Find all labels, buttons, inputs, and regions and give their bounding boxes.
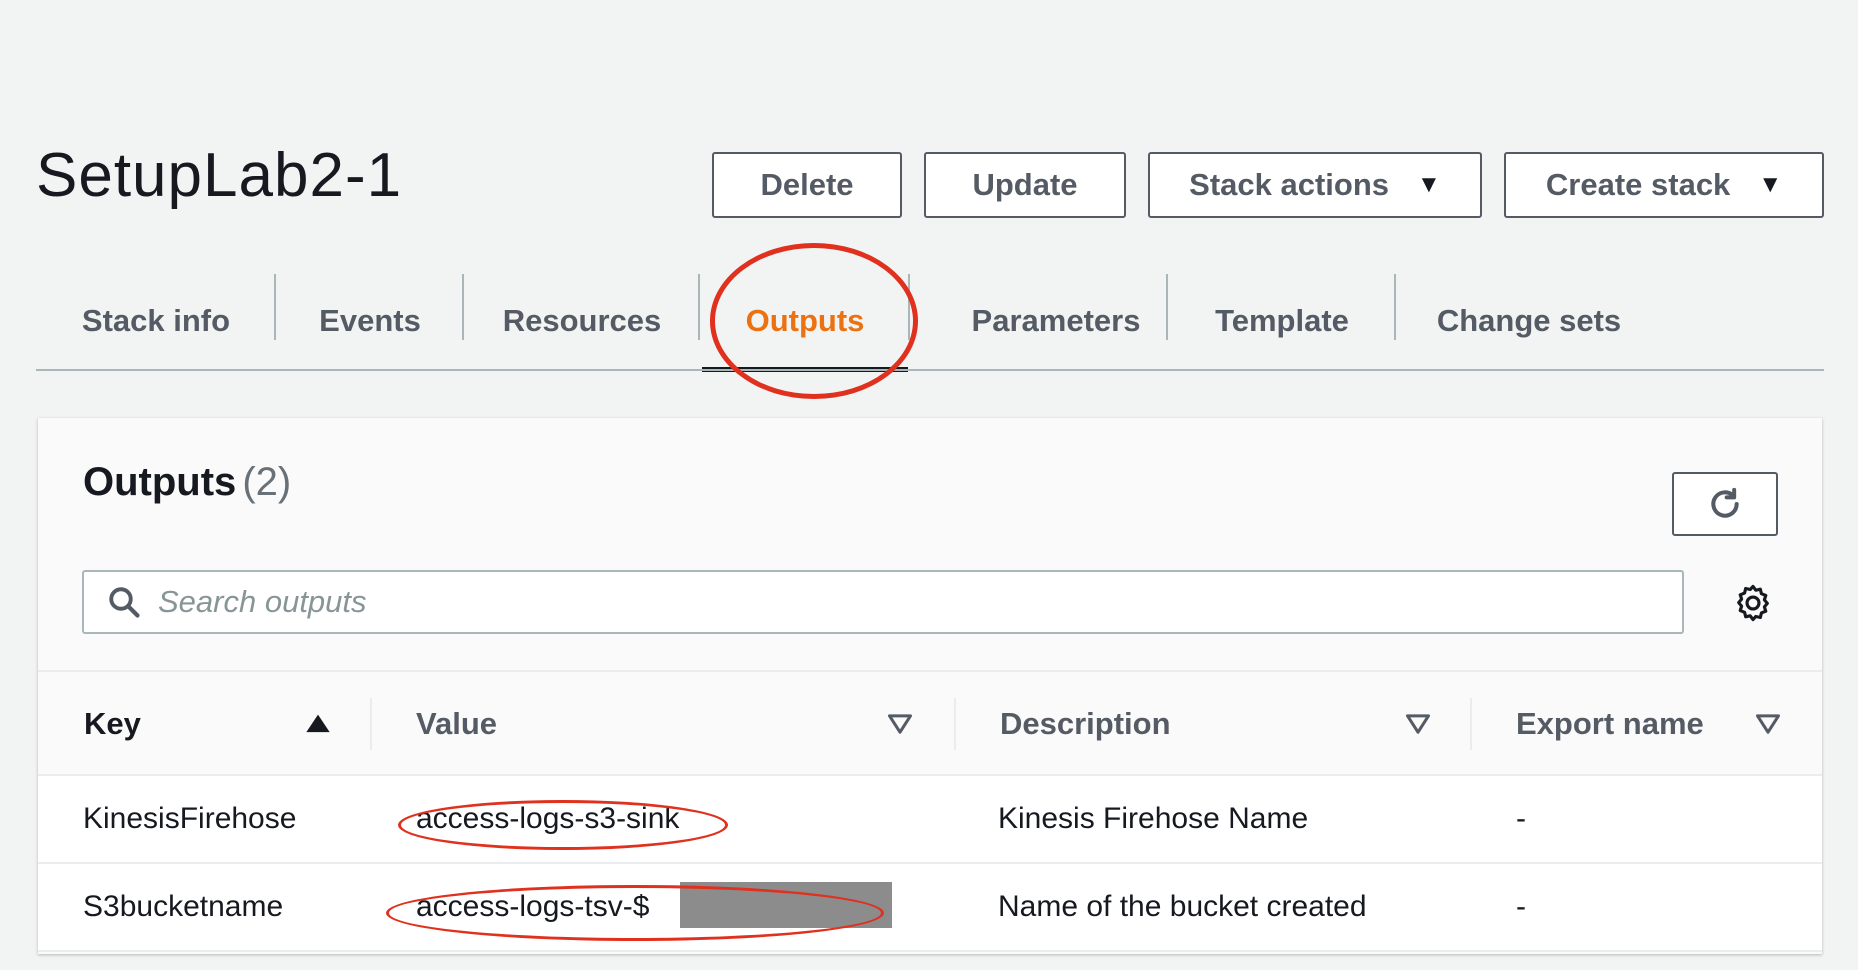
column-header-description[interactable]: Description — [1000, 672, 1171, 776]
cell-value[interactable]: access-logs-tsv-$ — [416, 864, 649, 950]
outputs-table: Key Value Description Export name Kinesi… — [38, 670, 1822, 952]
stack-actions-dropdown[interactable]: Stack actions ▼ — [1148, 152, 1482, 218]
search-icon — [109, 587, 140, 618]
delete-button[interactable]: Delete — [712, 152, 902, 218]
cell-key: KinesisFirehose — [83, 802, 297, 835]
column-header-label: Value — [416, 706, 497, 741]
column-divider — [370, 698, 372, 750]
cell-key: S3bucketname — [83, 890, 284, 923]
column-header-label: Description — [1000, 706, 1171, 741]
outputs-count: (2) — [242, 460, 292, 504]
outputs-heading-text: Outputs — [83, 460, 237, 504]
tab-label: Parameters — [971, 303, 1141, 338]
create-stack-label: Create stack — [1545, 167, 1731, 202]
tab-divider — [698, 274, 700, 340]
table-header: Key Value Description Export name — [38, 670, 1822, 776]
tab-label: Template — [1215, 303, 1349, 338]
search-input[interactable] — [158, 584, 1658, 620]
caret-down-icon: ▼ — [1758, 171, 1783, 198]
tab-label: Change sets — [1436, 303, 1622, 338]
tab-label: Stack info — [81, 303, 231, 338]
column-header-key[interactable]: Key — [84, 672, 141, 776]
table-preferences-button[interactable] — [1732, 582, 1774, 624]
stack-action-bar: Delete Update Stack actions ▼ Create sta… — [0, 152, 1858, 218]
create-stack-dropdown[interactable]: Create stack ▼ — [1504, 152, 1824, 218]
column-header-export-name[interactable]: Export name — [1516, 672, 1704, 776]
column-divider — [1470, 698, 1472, 750]
update-button-label: Update — [972, 167, 1078, 202]
column-header-label: Export name — [1516, 706, 1704, 741]
cell-value[interactable]: access-logs-s3-sink — [416, 776, 679, 862]
tab-events[interactable]: Events — [276, 272, 464, 370]
cell-description: Kinesis Firehose Name — [998, 802, 1309, 835]
table-row: KinesisFirehose access-logs-s3-sink Kine… — [38, 776, 1822, 864]
sort-descending-icon[interactable] — [886, 710, 914, 738]
sort-descending-icon[interactable] — [1754, 710, 1782, 738]
refresh-icon — [1711, 487, 1739, 518]
outputs-panel: Outputs(2) Key — [38, 418, 1822, 954]
outputs-heading: Outputs (2) — [83, 460, 291, 505]
search-field[interactable] — [82, 570, 1684, 634]
table-row: S3bucketname access-logs-tsv-$ Name of t… — [38, 864, 1822, 952]
tabs-underline — [36, 369, 1824, 371]
refresh-button[interactable] — [1672, 472, 1778, 536]
tab-change-sets[interactable]: Change sets — [1396, 272, 1662, 370]
tab-stack-info[interactable]: Stack info — [36, 272, 276, 370]
cell-export-name: - — [1516, 802, 1526, 835]
tab-template[interactable]: Template — [1168, 272, 1396, 370]
column-header-value[interactable]: Value — [416, 672, 497, 776]
stack-actions-label: Stack actions — [1189, 167, 1390, 202]
caret-down-icon: ▼ — [1417, 171, 1441, 198]
cloudformation-stack-page: SetupLab2-1 Delete Update Stack actions … — [0, 0, 1858, 970]
tab-label: Resources — [502, 303, 662, 338]
column-header-label: Key — [84, 706, 141, 741]
tab-label: Outputs — [745, 303, 865, 338]
tab-parameters[interactable]: Parameters — [910, 272, 1202, 370]
cell-export-name: - — [1516, 890, 1526, 923]
cell-description: Name of the bucket created — [998, 890, 1367, 923]
update-button[interactable]: Update — [924, 152, 1126, 218]
delete-button-label: Delete — [760, 167, 854, 202]
gear-icon — [1737, 584, 1769, 622]
tab-outputs[interactable]: Outputs — [702, 272, 908, 372]
tab-label: Events — [319, 303, 421, 338]
tab-resources[interactable]: Resources — [464, 272, 700, 370]
stack-tabs: Stack info Events Resources Outputs Para… — [36, 272, 1824, 372]
sort-descending-icon[interactable] — [1404, 710, 1432, 738]
column-divider — [954, 698, 956, 750]
sort-ascending-icon[interactable] — [304, 710, 332, 738]
redaction-box — [680, 882, 892, 928]
